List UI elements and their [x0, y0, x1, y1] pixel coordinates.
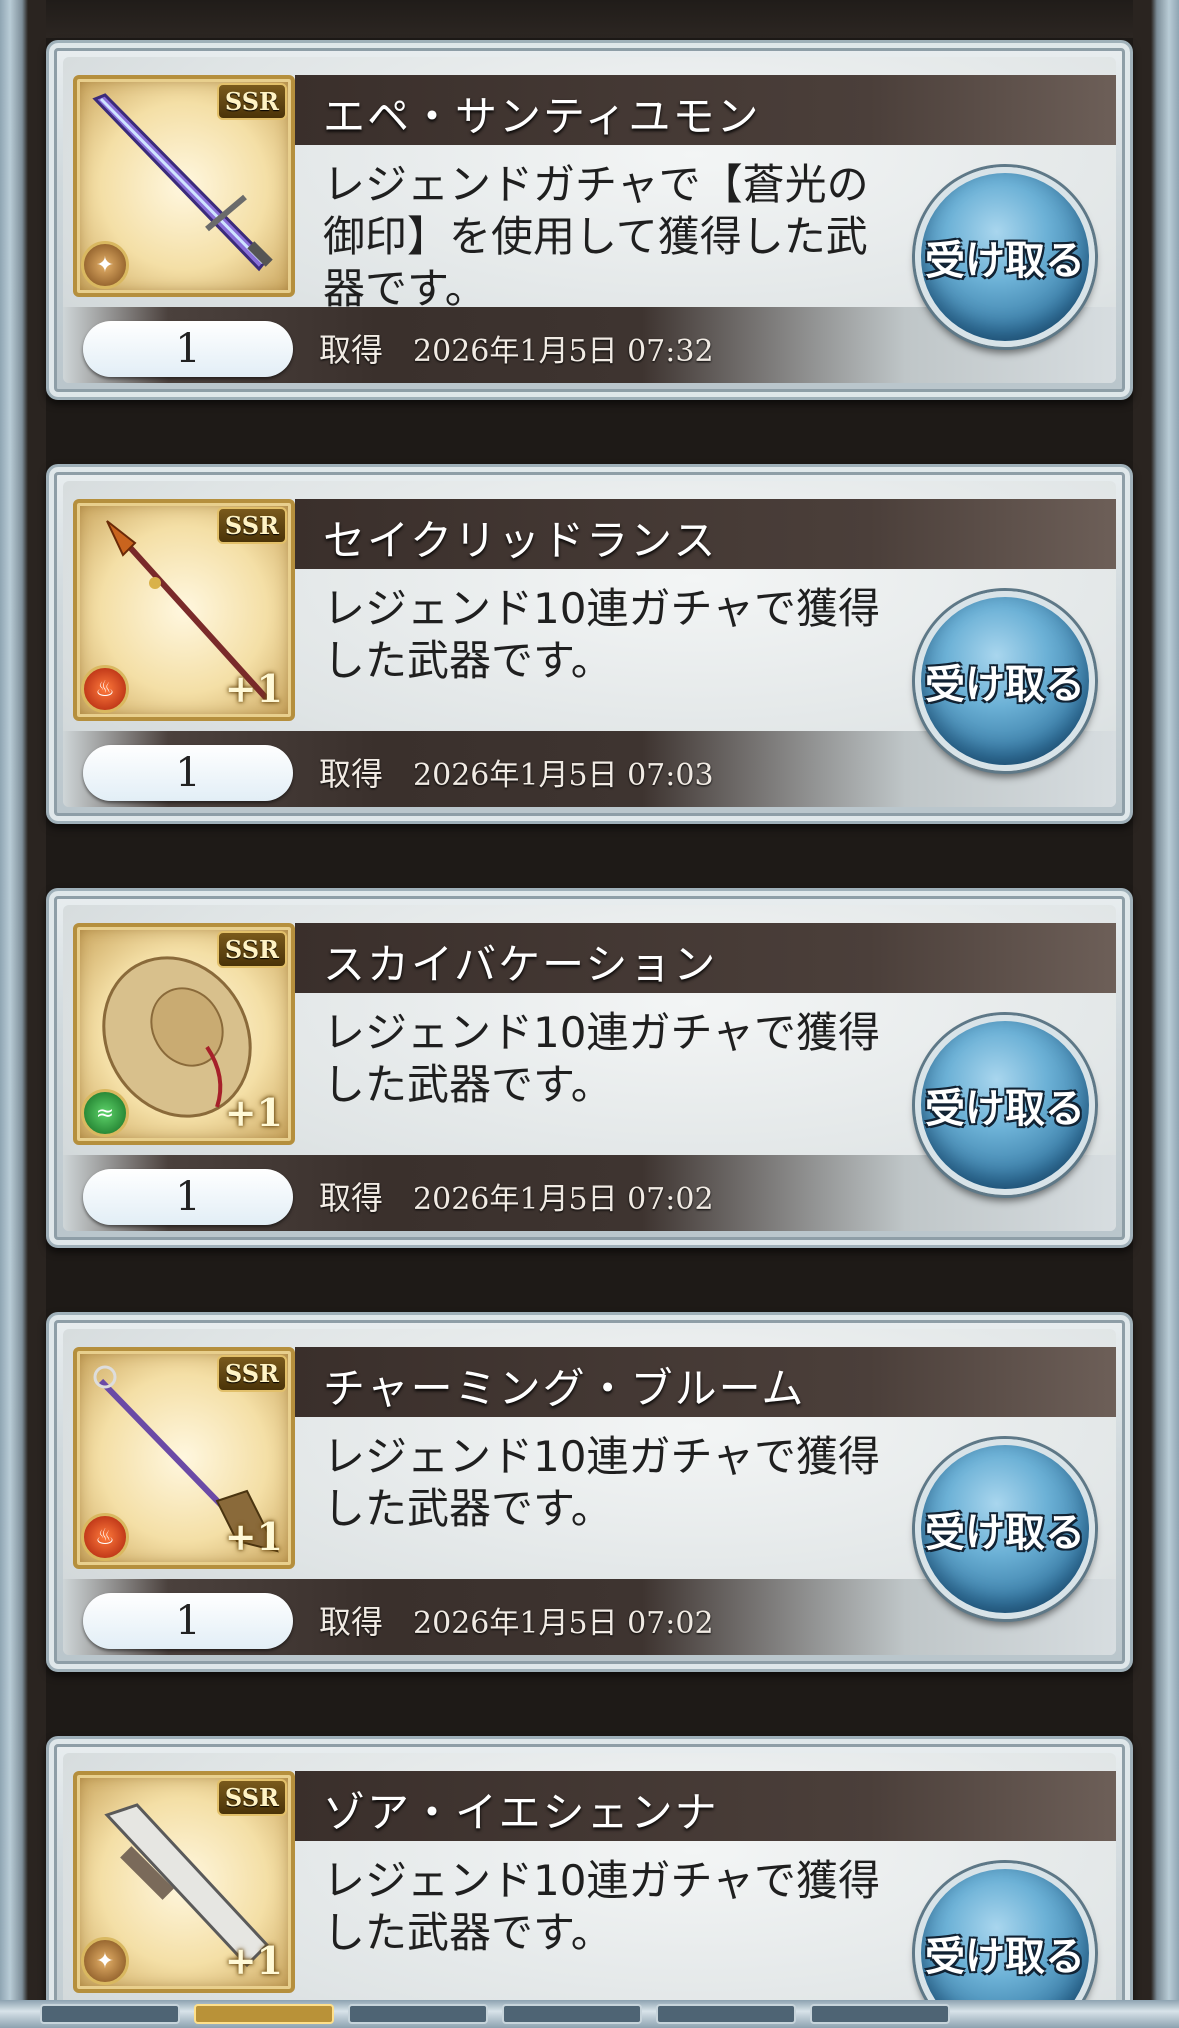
plus-level: +1: [224, 1938, 283, 1983]
acquired-label: 取得: [319, 1603, 384, 1641]
acquired-info: 取得 2026年1月5日 07:02: [319, 1597, 714, 1643]
acquired-date: 2026年1月5日 07:02: [413, 1182, 714, 1217]
gift-card-body: SSR ♨ +1 チャーミング・ブルーム レジェンド10連ガチャで獲得した武器で…: [63, 1329, 1116, 1655]
earth-element-icon: ✦: [81, 241, 129, 289]
gift-card: SSR ✦ エペ・サンティユモン レジェンドガチャで【蒼光の御印】を使用して獲得…: [46, 40, 1133, 400]
item-description: レジェンドガチャで【蒼光の御印】を使用して獲得した武器です。: [323, 160, 869, 313]
gift-card: SSR ♨ +1 セイクリッドランス レジェンド10連ガチャで獲得した武器です。…: [46, 464, 1133, 824]
bottom-nav-tab[interactable]: [656, 2004, 796, 2024]
bottom-nav-tab[interactable]: [348, 2004, 488, 2024]
gift-card: SSR ♨ +1 チャーミング・ブルーム レジェンド10連ガチャで獲得した武器で…: [46, 1312, 1133, 1672]
weapon-thumbnail[interactable]: SSR ♨ +1: [73, 499, 295, 721]
weapon-thumbnail[interactable]: SSR ♨ +1: [73, 1347, 295, 1569]
rarity-badge: SSR: [216, 507, 287, 544]
gift-card-body: SSR ✦ +1 ゾア・イエシェンナ レジェンド10連ガチャで獲得した武器です。…: [63, 1753, 1116, 2028]
quantity-pill: 1: [83, 321, 293, 377]
acquired-date: 2026年1月5日 07:32: [413, 334, 714, 369]
name-band: ゾア・イエシェンナ: [295, 1771, 1116, 1841]
earth-element-icon: ✦: [81, 1937, 129, 1985]
item-description: レジェンド10連ガチャで獲得した武器です。: [323, 584, 881, 685]
rarity-badge: SSR: [216, 83, 287, 120]
weapon-thumbnail[interactable]: SSR ✦ +1: [73, 1771, 295, 1993]
name-band: セイクリッドランス: [295, 499, 1116, 569]
list-top-edge: [46, 0, 1133, 38]
item-name: エペ・サンティユモン: [323, 92, 761, 141]
acquired-info: 取得 2026年1月5日 07:32: [319, 325, 714, 371]
bottom-nav-tab[interactable]: [40, 2004, 180, 2024]
bottom-nav-tab[interactable]: [194, 2004, 334, 2024]
fire-element-icon: ♨: [81, 665, 129, 713]
item-description: レジェンド10連ガチャで獲得した武器です。: [323, 1856, 881, 1957]
receive-button[interactable]: 受け取る: [915, 1439, 1095, 1619]
weapon-thumbnail[interactable]: SSR ✦: [73, 75, 295, 297]
gift-card: SSR ≈ +1 スカイバケーション レジェンド10連ガチャで獲得した武器です。…: [46, 888, 1133, 1248]
rarity-badge: SSR: [216, 931, 287, 968]
quantity-pill: 1: [83, 1169, 293, 1225]
acquired-date: 2026年1月5日 07:03: [413, 758, 714, 793]
name-band: チャーミング・ブルーム: [295, 1347, 1116, 1417]
gift-card-body: SSR ≈ +1 スカイバケーション レジェンド10連ガチャで獲得した武器です。…: [63, 905, 1116, 1231]
rarity-badge: SSR: [216, 1355, 287, 1392]
receive-button[interactable]: 受け取る: [915, 167, 1095, 347]
quantity-pill: 1: [83, 1593, 293, 1649]
acquired-date: 2026年1月5日 07:02: [413, 1606, 714, 1641]
gift-list: SSR ✦ エペ・サンティユモン レジェンドガチャで【蒼光の御印】を使用して獲得…: [46, 0, 1133, 2028]
name-band: エペ・サンティユモン: [295, 75, 1116, 145]
bottom-nav-tab[interactable]: [502, 2004, 642, 2024]
receive-button[interactable]: 受け取る: [915, 1015, 1095, 1195]
name-band: スカイバケーション: [295, 923, 1116, 993]
item-name: セイクリッドランス: [323, 516, 718, 565]
receive-button[interactable]: 受け取る: [915, 591, 1095, 771]
quantity-pill: 1: [83, 745, 293, 801]
item-description: レジェンド10連ガチャで獲得した武器です。: [323, 1432, 881, 1533]
fire-element-icon: ♨: [81, 1513, 129, 1561]
item-description: レジェンド10連ガチャで獲得した武器です。: [323, 1008, 881, 1109]
acquired-label: 取得: [319, 331, 384, 369]
rarity-badge: SSR: [216, 1779, 287, 1816]
weapon-thumbnail[interactable]: SSR ≈ +1: [73, 923, 295, 1145]
item-name: チャーミング・ブルーム: [323, 1364, 806, 1413]
item-name: ゾア・イエシェンナ: [323, 1788, 719, 1837]
acquired-info: 取得 2026年1月5日 07:03: [319, 749, 714, 795]
plus-level: +1: [224, 666, 283, 711]
bottom-nav-tab[interactable]: [810, 2004, 950, 2024]
acquired-info: 取得 2026年1月5日 07:02: [319, 1173, 714, 1219]
wind-element-icon: ≈: [81, 1089, 129, 1137]
gift-card-body: SSR ✦ エペ・サンティユモン レジェンドガチャで【蒼光の御印】を使用して獲得…: [63, 57, 1116, 383]
gift-card: SSR ✦ +1 ゾア・イエシェンナ レジェンド10連ガチャで獲得した武器です。…: [46, 1736, 1133, 2028]
item-name: スカイバケーション: [323, 940, 718, 989]
bottom-nav-bar: [0, 2000, 1179, 2028]
gift-card-body: SSR ♨ +1 セイクリッドランス レジェンド10連ガチャで獲得した武器です。…: [63, 481, 1116, 807]
plus-level: +1: [224, 1514, 283, 1559]
acquired-label: 取得: [319, 1179, 384, 1217]
acquired-label: 取得: [319, 755, 384, 793]
plus-level: +1: [224, 1090, 283, 1135]
